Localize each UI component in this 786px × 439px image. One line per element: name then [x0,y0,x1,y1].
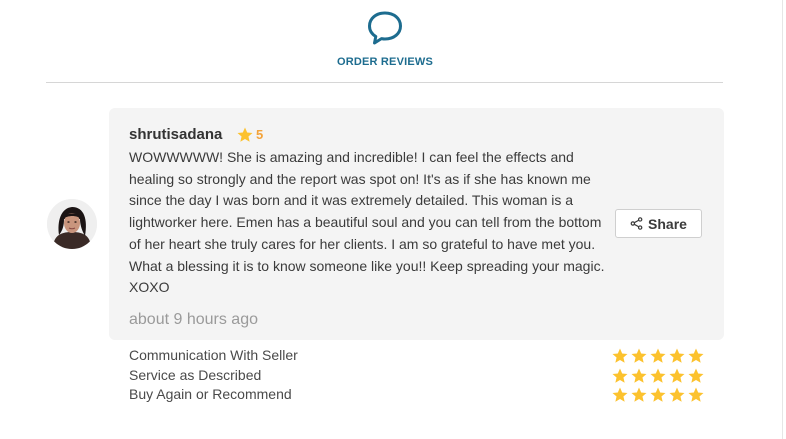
star-icon [669,348,685,363]
star-icon [631,387,647,402]
star-icon [237,127,253,142]
speech-bubble-icon [368,11,402,45]
header-divider [46,82,723,83]
share-icon [630,217,643,230]
star-icon [688,387,704,402]
criteria-label: Buy Again or Recommend [129,386,292,402]
star-icon [669,387,685,402]
review-card: shrutisadana 5 WOWWWWW! She is amazing a… [109,108,724,340]
star-icon [612,348,628,363]
review-timestamp: about 9 hours ago [129,311,258,328]
star-icon [612,387,628,402]
right-edge-border [782,0,783,439]
rating-value: 5 [256,127,264,142]
star-icon [688,368,704,383]
rating-criteria: Communication With Seller Service as Des… [129,346,709,405]
star-icon [669,368,685,383]
star-icon [631,348,647,363]
criteria-row: Service as Described [129,366,709,386]
criteria-stars [611,347,705,365]
avatar-image [47,199,97,249]
share-button-label: Share [648,215,687,232]
star-icon [650,387,666,402]
section-title: ORDER REVIEWS [336,56,434,68]
share-button[interactable]: Share [615,209,702,238]
star-icon [688,348,704,363]
criteria-row: Communication With Seller [129,346,709,366]
criteria-label: Communication With Seller [129,347,298,363]
criteria-row: Buy Again or Recommend [129,385,709,405]
reviewer-name[interactable]: shrutisadana [129,126,222,143]
review-text: WOWWWWW! She is amazing and incredible! … [129,149,605,296]
reviewer-avatar [47,199,97,249]
star-icon [650,348,666,363]
criteria-stars [611,386,705,404]
star-icon [650,368,666,383]
criteria-stars [611,367,705,385]
star-icon [631,368,647,383]
criteria-label: Service as Described [129,366,262,383]
star-icon [612,368,628,383]
